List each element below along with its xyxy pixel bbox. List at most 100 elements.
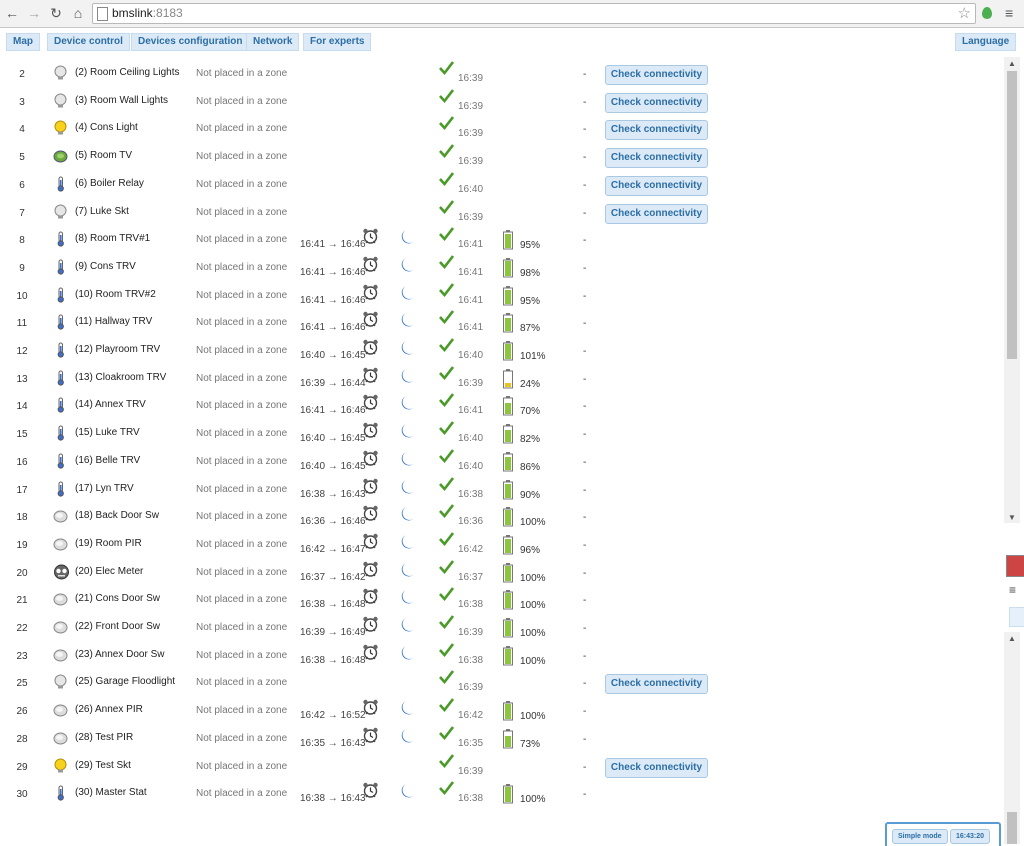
device-number: 25: [16, 678, 28, 689]
battery-icon: [503, 230, 513, 250]
table-row: 28 (28) Test PIR Not placed in a zone 16:35…: [0, 723, 1004, 750]
scrollbar[interactable]: ▲ ▼: [1004, 57, 1020, 523]
check-icon: [439, 754, 455, 769]
scroll-thumb[interactable]: [1007, 812, 1017, 844]
menu-icon[interactable]: ≡: [1005, 5, 1013, 21]
device-name[interactable]: (9) Cons TRV: [75, 261, 136, 272]
table-row: 6 (6) Boiler Relay Not placed in a zone 16:…: [0, 169, 1004, 196]
device-zone: Not placed in a zone: [196, 456, 288, 467]
table-row: 30 (30) Master Stat Not placed in a zone 16…: [0, 778, 1004, 805]
device-zone: Not placed in a zone: [196, 622, 288, 633]
check-connectivity-button[interactable]: Check connectivity: [605, 204, 708, 224]
device-name[interactable]: (21) Cons Door Sw: [75, 593, 160, 604]
scroll-thumb[interactable]: [1007, 71, 1017, 359]
device-name[interactable]: (18) Back Door Sw: [75, 510, 159, 521]
tab-network[interactable]: Network: [246, 33, 300, 51]
device-thermo-icon: [53, 342, 68, 358]
side-panel-menu-icon[interactable]: ≡: [1009, 583, 1016, 597]
device-name[interactable]: (5) Room TV: [75, 150, 132, 161]
device-number: 6: [19, 180, 25, 191]
battery-percent: 101%: [520, 351, 546, 362]
device-name[interactable]: (6) Boiler Relay: [75, 178, 144, 189]
alarm-clock-icon: [362, 699, 379, 715]
extra-status: -: [583, 651, 587, 662]
device-name[interactable]: (22) Front Door Sw: [75, 621, 160, 632]
check-connectivity-button[interactable]: Check connectivity: [605, 176, 708, 196]
check-connectivity-button[interactable]: Check connectivity: [605, 758, 708, 778]
battery-percent: 70%: [520, 406, 541, 417]
device-name[interactable]: (19) Room PIR: [75, 538, 142, 549]
device-name[interactable]: (14) Annex TRV: [75, 399, 146, 410]
battery-icon: [503, 535, 513, 555]
device-name[interactable]: (3) Room Wall Lights: [75, 95, 168, 106]
device-name[interactable]: (15) Luke TRV: [75, 427, 140, 438]
device-name[interactable]: (8) Room TRV#1: [75, 233, 150, 244]
device-name[interactable]: (26) Annex PIR: [75, 704, 143, 715]
address-bar[interactable]: bmslink:8183 ☆: [92, 3, 976, 24]
device-name[interactable]: (25) Garage Floodlight: [75, 676, 175, 687]
device-name[interactable]: (11) Hallway TRV: [75, 316, 152, 327]
device-zone: Not placed in a zone: [196, 761, 288, 772]
device-bulb-icon: [53, 93, 68, 109]
schedule-window: 16:38 → 16:43: [300, 793, 366, 804]
check-icon: [439, 726, 455, 741]
device-name[interactable]: (16) Belle TRV: [75, 455, 140, 466]
extension-icon[interactable]: [982, 7, 992, 19]
device-name[interactable]: (7) Luke Skt: [75, 206, 129, 217]
device-name[interactable]: (4) Cons Light: [75, 122, 138, 133]
check-icon: [439, 698, 455, 713]
scroll-up-icon[interactable]: ▲: [1008, 59, 1016, 68]
alarm-clock-icon: [362, 644, 379, 660]
scroll-up-icon[interactable]: ▲: [1008, 634, 1016, 643]
device-number: 9: [19, 263, 25, 274]
check-connectivity-button[interactable]: Check connectivity: [605, 148, 708, 168]
device-name[interactable]: (29) Test Skt: [75, 760, 131, 771]
back-icon[interactable]: ←: [4, 5, 20, 21]
bookmark-star-icon[interactable]: ☆: [958, 4, 971, 22]
reload-icon[interactable]: ↻: [48, 5, 64, 21]
device-thermo-icon: [53, 397, 68, 413]
tab-devices-configuration[interactable]: Devices configuration: [131, 33, 250, 51]
device-list: 2 (2) Room Ceiling Lights Not placed in a …: [0, 57, 1004, 844]
device-number: 2: [19, 69, 25, 80]
check-connectivity-button[interactable]: Check connectivity: [605, 120, 708, 140]
extra-status: -: [583, 568, 587, 579]
check-connectivity-button[interactable]: Check connectivity: [605, 65, 708, 85]
schedule-window: 16:39 → 16:49: [300, 627, 366, 638]
language-button[interactable]: Language: [955, 33, 1017, 51]
scroll-down-icon[interactable]: ▼: [1008, 513, 1016, 522]
device-name[interactable]: (30) Master Stat: [75, 787, 147, 798]
device-name[interactable]: (12) Playroom TRV: [75, 344, 160, 355]
side-panel-flag[interactable]: [1006, 555, 1024, 577]
device-name[interactable]: (28) Test PIR: [75, 732, 133, 743]
tab-for-experts[interactable]: For experts: [303, 33, 372, 51]
device-sensor-icon: [53, 702, 68, 718]
scrollbar-secondary[interactable]: ▲: [1004, 632, 1020, 844]
check-icon: [439, 781, 455, 796]
check-connectivity-button[interactable]: Check connectivity: [605, 93, 708, 113]
check-icon: [439, 504, 455, 519]
simple-mode-button[interactable]: Simple mode: [892, 829, 948, 844]
device-name[interactable]: (2) Room Ceiling Lights: [75, 67, 180, 78]
tab-map[interactable]: Map: [6, 33, 40, 51]
device-name[interactable]: (10) Room TRV#2: [75, 289, 156, 300]
check-connectivity-button[interactable]: Check connectivity: [605, 674, 708, 694]
extra-status: -: [583, 152, 587, 163]
alarm-clock-icon: [362, 727, 379, 743]
device-name[interactable]: (17) Lyn TRV: [75, 483, 134, 494]
moon-icon: [401, 368, 415, 384]
battery-icon: [503, 258, 513, 278]
battery-percent: 86%: [520, 462, 541, 473]
check-icon: [439, 89, 455, 104]
device-name[interactable]: (23) Annex Door Sw: [75, 649, 165, 660]
moon-icon: [401, 395, 415, 411]
tab-device-control[interactable]: Device control: [47, 33, 130, 51]
device-zone: Not placed in a zone: [196, 539, 288, 550]
device-number: 8: [19, 235, 25, 246]
device-name[interactable]: (20) Elec Meter: [75, 566, 143, 577]
forward-icon[interactable]: →: [26, 5, 42, 21]
device-name[interactable]: (13) Cloakroom TRV: [75, 372, 166, 383]
home-icon[interactable]: ⌂: [70, 5, 86, 21]
device-sensor-icon: [53, 647, 68, 663]
table-row: 21 (21) Cons Door Sw Not placed in a zone 1…: [0, 584, 1004, 611]
